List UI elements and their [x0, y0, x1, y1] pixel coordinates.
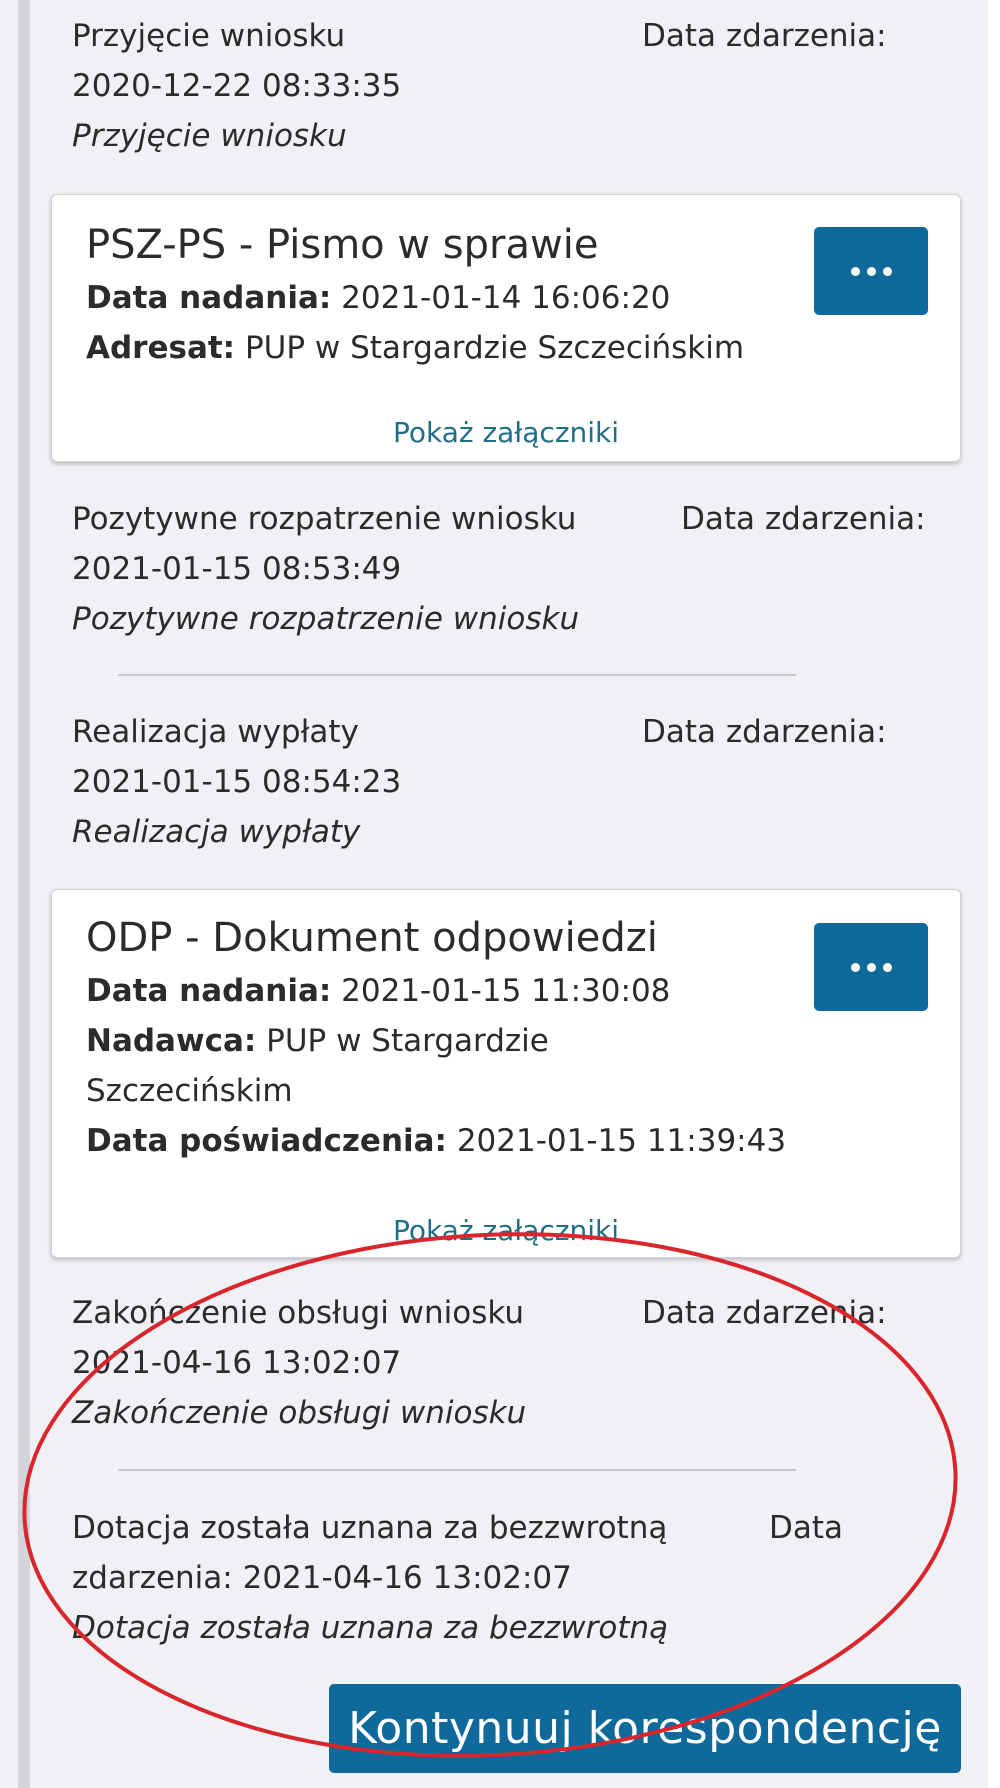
document-card: PSZ-PS - Pismo w sprawie Data nadania: 2…	[51, 194, 961, 462]
ellipsis-dot	[866, 962, 876, 972]
timeline-event: Przyjęcie wniosku Data zdarzenia: 2020-1…	[72, 11, 952, 161]
event-title: Zakończenie obsługi wniosku	[72, 1295, 525, 1331]
event-date-value: 2021-01-15 08:53:49	[72, 551, 402, 587]
sent-date-value: 2021-01-15 11:30:08	[341, 973, 671, 1009]
event-date-line: zdarzenia: 2021-04-16 13:02:07	[72, 1553, 952, 1603]
timeline-panel: Przyjęcie wniosku Data zdarzenia: 2020-1…	[0, 0, 988, 1788]
event-date-value: 2021-04-16 13:02:07	[242, 1560, 572, 1596]
document-addressee: Adresat: PUP w Stargardzie Szczecińskim	[86, 323, 744, 373]
event-description: Przyjęcie wniosku	[72, 118, 347, 154]
sent-date-value: 2021-01-14 16:06:20	[341, 280, 671, 316]
certification-date-label: Data poświadczenia:	[86, 1123, 447, 1159]
continue-correspondence-button[interactable]: Kontynuuj korespondencję	[329, 1684, 961, 1773]
event-title: Przyjęcie wniosku	[72, 18, 346, 54]
event-description: Realizacja wypłaty	[72, 814, 361, 850]
ellipsis-icon	[850, 266, 860, 276]
page-edge	[988, 0, 1000, 1788]
timeline-event: Dotacja została uznana za bezzwrotną Dat…	[72, 1503, 952, 1653]
sent-date-label: Data nadania:	[86, 280, 332, 316]
document-sent-date: Data nadania: 2021-01-15 11:30:08	[86, 966, 670, 1016]
document-menu-button[interactable]	[814, 923, 928, 1011]
event-title: Dotacja została uznana za bezzwrotną	[72, 1510, 668, 1546]
ellipsis-icon	[850, 962, 860, 972]
event-date-label-continued: zdarzenia:	[72, 1560, 233, 1596]
ellipsis-dot	[882, 962, 892, 972]
divider	[118, 674, 796, 676]
timeline-event: Realizacja wypłaty Data zdarzenia: 2021-…	[72, 707, 952, 857]
sender-value-continued: Szczecińskim	[86, 1073, 293, 1109]
event-date-label: Data zdarzenia:	[642, 1295, 887, 1331]
divider	[118, 1469, 796, 1471]
event-description: Pozytywne rozpatrzenie wniosku	[72, 601, 580, 637]
ellipsis-dot	[866, 266, 876, 276]
event-title: Pozytywne rozpatrzenie wniosku	[72, 501, 577, 537]
event-date-value: 2021-04-16 13:02:07	[72, 1345, 402, 1381]
event-date-value: 2021-01-15 08:54:23	[72, 764, 402, 800]
event-date-value: 2020-12-22 08:33:35	[72, 68, 402, 104]
addressee-label: Adresat:	[86, 330, 236, 366]
event-date-label: Data zdarzenia:	[642, 18, 887, 54]
sent-date-label: Data nadania:	[86, 973, 332, 1009]
event-date-label: Data zdarzenia:	[681, 501, 926, 537]
sender-value: PUP w Stargardzie	[266, 1023, 549, 1059]
event-date-label: Data zdarzenia:	[642, 714, 887, 750]
left-border	[18, 0, 30, 1788]
sender-label: Nadawca:	[86, 1023, 257, 1059]
document-menu-button[interactable]	[814, 227, 928, 315]
event-title: Realizacja wypłaty	[72, 714, 359, 750]
timeline-event: Zakończenie obsługi wniosku Data zdarzen…	[72, 1288, 952, 1438]
document-card: ODP - Dokument odpowiedzi Data nadania: …	[51, 889, 961, 1258]
ellipsis-dot	[882, 266, 892, 276]
timeline-event: Pozytywne rozpatrzenie wniosku Data zdar…	[72, 494, 952, 644]
event-description: Zakończenie obsługi wniosku	[72, 1395, 527, 1431]
certification-date-value: 2021-01-15 11:39:43	[456, 1123, 787, 1159]
show-attachments-link[interactable]: Pokaż załączniki	[52, 1211, 960, 1251]
event-description: Dotacja została uznana za bezzwrotną	[72, 1610, 669, 1646]
document-sent-date: Data nadania: 2021-01-14 16:06:20	[86, 273, 670, 323]
document-sender: Nadawca: PUP w Stargardzie	[86, 1016, 549, 1066]
show-attachments-link[interactable]: Pokaż załączniki	[52, 413, 960, 453]
event-date-label: Data	[769, 1510, 844, 1546]
document-title: PSZ-PS - Pismo w sprawie	[86, 222, 599, 268]
addressee-value: PUP w Stargardzie Szczecińskim	[244, 330, 745, 366]
document-title: ODP - Dokument odpowiedzi	[86, 915, 658, 961]
document-certification-date: Data poświadczenia: 2021-01-15 11:39:43	[86, 1116, 786, 1166]
